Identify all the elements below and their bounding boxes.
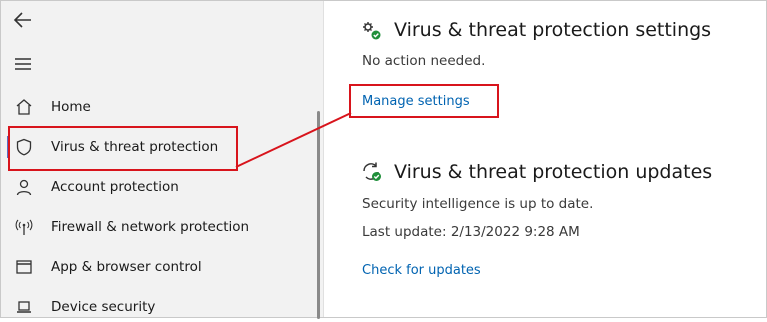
annotation-connector-line [235,112,352,168]
